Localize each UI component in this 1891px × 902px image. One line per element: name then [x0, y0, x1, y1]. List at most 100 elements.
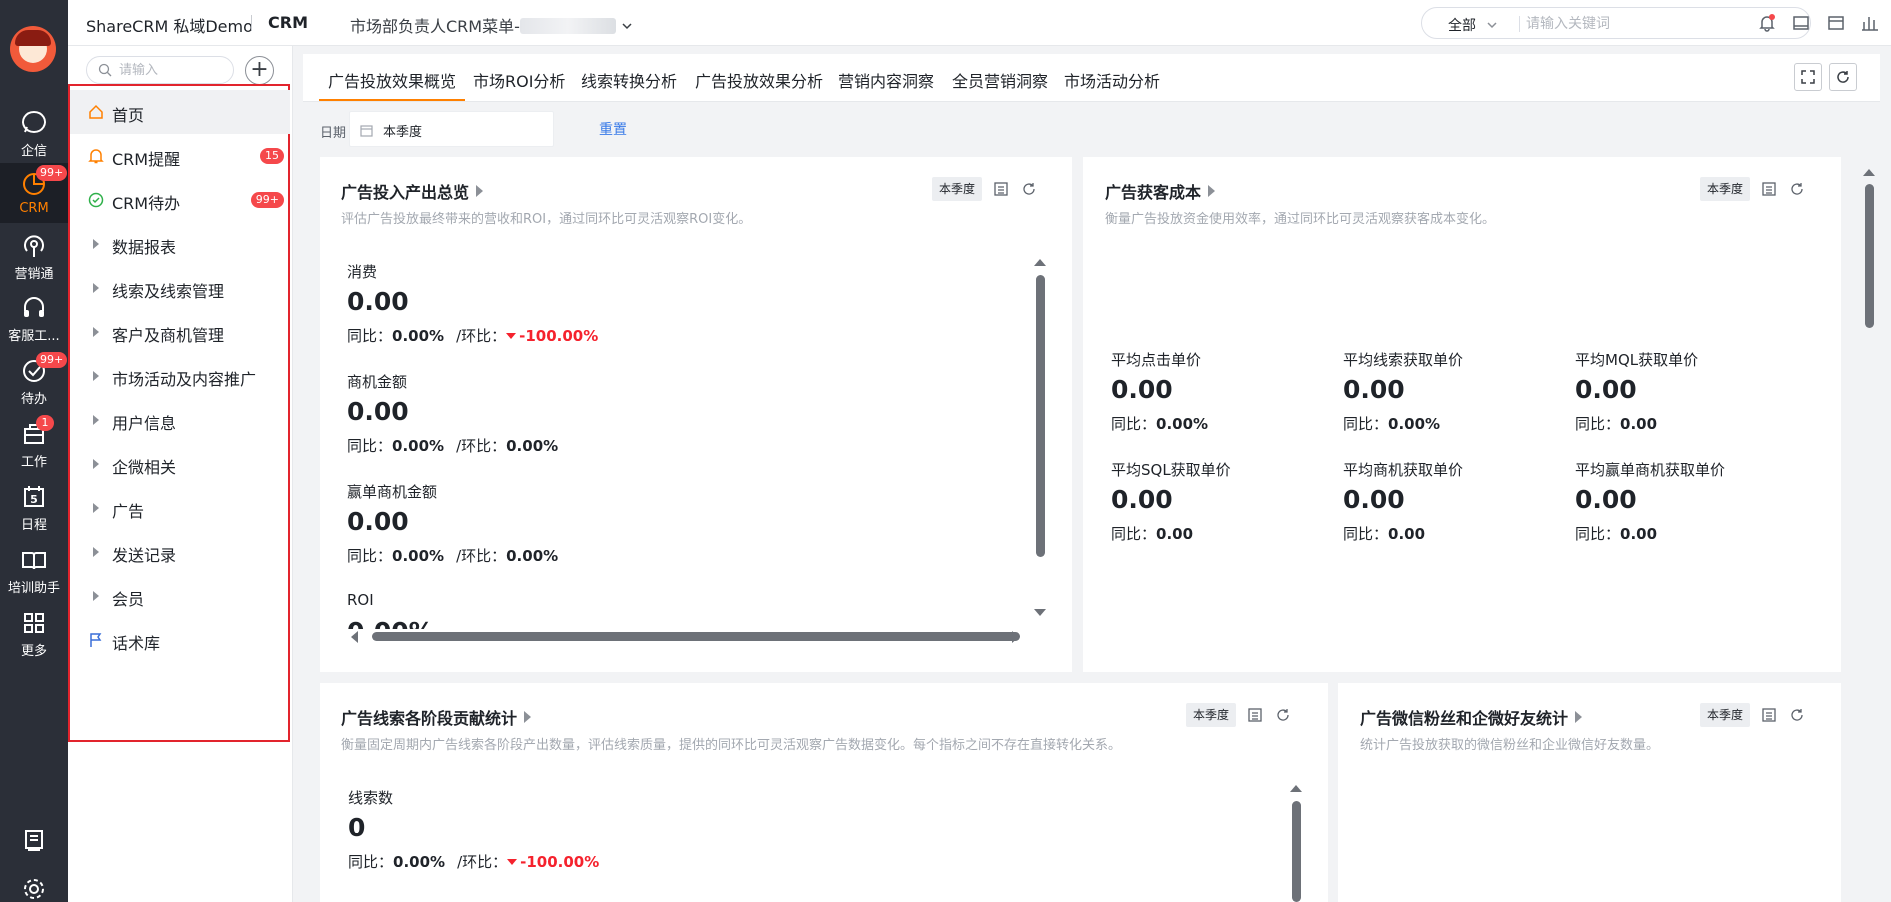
roi-metrics-scroll[interactable]: 消费 0.00 同比：0.00%/环比： -100.00% 商机金额 0.00 同…	[320, 257, 1030, 629]
rail-item-more[interactable]: 更多	[0, 602, 68, 662]
refresh-icon[interactable]	[1789, 181, 1805, 197]
rail-item-training[interactable]: 培训助手	[0, 539, 68, 599]
sidebar-item-label: 首页	[112, 106, 145, 125]
avatar-hair-shape	[15, 30, 51, 46]
layout-icon[interactable]	[1827, 14, 1845, 32]
list-icon[interactable]	[1761, 707, 1777, 723]
rail-item-label: 日程	[20, 518, 47, 533]
sidebar-item-crm-todo[interactable]: CRM待办 99+	[70, 178, 290, 222]
rail-item-schedule[interactable]: 5 日程	[0, 476, 68, 536]
sidebar-item-ads[interactable]: 广告	[70, 486, 290, 530]
user-avatar[interactable]	[10, 26, 56, 72]
sidebar-search-input[interactable]	[119, 61, 224, 79]
card-title[interactable]: 广告线索各阶段贡献统计	[341, 705, 532, 729]
vertical-scroll-thumb[interactable]	[1036, 275, 1045, 557]
list-icon[interactable]	[1761, 181, 1777, 197]
refresh-icon[interactable]	[1021, 181, 1037, 197]
sidebar-item-wecom[interactable]: 企微相关	[70, 442, 290, 486]
card-title[interactable]: 广告获客成本	[1105, 179, 1216, 203]
sidebar-item-user-info[interactable]: 用户信息	[70, 398, 290, 442]
caret-right-icon	[93, 415, 99, 425]
metric-value: 0	[348, 813, 366, 842]
global-search: 全部	[1421, 7, 1811, 39]
horizontal-scroll-thumb[interactable]	[372, 632, 1020, 641]
metric-label: 平均SQL获取单价	[1111, 461, 1231, 479]
refresh-button[interactable]	[1829, 63, 1857, 91]
sidebar-item-members[interactable]: 会员	[70, 574, 290, 618]
grid-icon	[24, 613, 44, 633]
rail-item-crm[interactable]: 99+ CRM	[0, 163, 68, 223]
date-filter-label: 日期	[320, 126, 347, 141]
tab-ad-overview[interactable]: 广告投放效果概览	[318, 68, 466, 101]
sidebar-item-leads[interactable]: 线索及线索管理	[70, 266, 290, 310]
caret-right-icon	[93, 283, 99, 293]
tab-lead-conversion[interactable]: 线索转换分析	[581, 68, 677, 92]
card-subtitle: 统计广告投放获取的微信粉丝和企业微信好友数量。	[1360, 738, 1660, 753]
bell-icon	[88, 149, 104, 164]
metric-label: 赢单商机金额	[347, 483, 438, 501]
metric-comparison: 同比：0.00	[1343, 525, 1426, 543]
redacted-text	[519, 18, 616, 34]
add-menu-button[interactable]: +	[245, 56, 274, 85]
search-scope-select[interactable]: 全部	[1448, 15, 1498, 35]
scroll-down-arrow[interactable]	[1034, 609, 1046, 616]
vertical-scrollbar[interactable]	[1292, 801, 1301, 902]
tab-campaign-analysis[interactable]: 市场活动分析	[1064, 68, 1160, 92]
scroll-up-arrow[interactable]	[1290, 785, 1302, 792]
bar-chart-icon[interactable]	[1861, 14, 1879, 32]
lead-metrics-scroll[interactable]: 线索数 0 同比：0.00%/环比： -100.00%	[320, 783, 1280, 902]
vertical-scrollbar[interactable]	[1036, 275, 1045, 620]
date-filter-select[interactable]: 本季度	[349, 111, 554, 147]
scroll-up-arrow[interactable]	[1034, 259, 1046, 266]
metric-value: 0.00	[1111, 485, 1173, 514]
page-vertical-scrollbar[interactable]	[1865, 184, 1874, 334]
sidebar-item-customers[interactable]: 客户及商机管理	[70, 310, 290, 354]
card-subtitle: 衡量固定周期内广告线索各阶段产出数量，评估线索质量，提供的同环比可灵活观察广告数…	[341, 738, 1122, 753]
refresh-icon[interactable]	[1275, 707, 1291, 723]
bell-icon[interactable]	[1758, 14, 1776, 32]
scroll-left-arrow[interactable]	[351, 631, 358, 643]
rail-item-service[interactable]: 客服工...	[0, 287, 68, 347]
reset-link[interactable]: 重置	[599, 119, 627, 139]
sidebar-item-crm-reminder[interactable]: CRM提醒 15	[70, 134, 290, 178]
sidebar-item-send-records[interactable]: 发送记录	[70, 530, 290, 574]
caret-right-icon	[93, 371, 99, 381]
scroll-right-arrow[interactable]	[1012, 631, 1019, 643]
card-period-tag[interactable]: 本季度	[1700, 177, 1751, 201]
rail-item-work[interactable]: 1 工作	[0, 413, 68, 473]
metric-value: 0.00%	[347, 617, 434, 629]
card-period-tag[interactable]: 本季度	[932, 177, 983, 201]
sidebar-item-label: 用户信息	[112, 414, 177, 433]
sidebar-item-reports[interactable]: 数据报表	[70, 222, 290, 266]
search-input[interactable]	[1526, 14, 1796, 34]
fullscreen-button[interactable]	[1794, 63, 1822, 91]
page-scroll-up-arrow[interactable]	[1863, 169, 1875, 176]
vertical-scroll-thumb[interactable]	[1292, 801, 1301, 902]
metric-value: 0.00	[347, 397, 409, 426]
card-title[interactable]: 广告投入产出总览	[341, 179, 484, 203]
rail-item-qixin[interactable]: 企信	[0, 102, 68, 162]
refresh-icon[interactable]	[1789, 707, 1805, 723]
list-icon[interactable]	[993, 181, 1009, 197]
rail-item-todo[interactable]: 99+ 待办	[0, 350, 68, 410]
tab-market-roi[interactable]: 市场ROI分析	[473, 68, 565, 92]
rail-badge: 99+	[36, 352, 68, 368]
sidebar-item-scripts[interactable]: 话术库	[70, 618, 290, 662]
sidebar-item-home[interactable]: 首页	[70, 90, 290, 134]
card-period-tag[interactable]: 本季度	[1186, 703, 1237, 727]
menu-selector[interactable]: 市场部负责人CRM菜单-	[350, 13, 633, 37]
tab-ad-effect[interactable]: 广告投放效果分析	[695, 68, 823, 92]
tab-content-insight[interactable]: 营销内容洞察	[838, 68, 934, 92]
card-period-tag[interactable]: 本季度	[1700, 703, 1751, 727]
window-icon[interactable]	[1792, 14, 1810, 32]
sidebar-item-count: 99+	[250, 192, 284, 208]
tab-staff-marketing[interactable]: 全员营销洞察	[952, 68, 1048, 92]
caret-right-icon	[93, 327, 99, 337]
document-list-icon[interactable]	[22, 828, 46, 852]
sidebar-item-campaigns[interactable]: 市场活动及内容推广	[70, 354, 290, 398]
card-title[interactable]: 广告微信粉丝和企微好友统计	[1360, 705, 1583, 729]
rail-item-marketing[interactable]: 营销通	[0, 225, 68, 285]
list-icon[interactable]	[1247, 707, 1263, 723]
page-scroll-thumb[interactable]	[1865, 184, 1874, 328]
gear-icon[interactable]	[22, 877, 46, 901]
